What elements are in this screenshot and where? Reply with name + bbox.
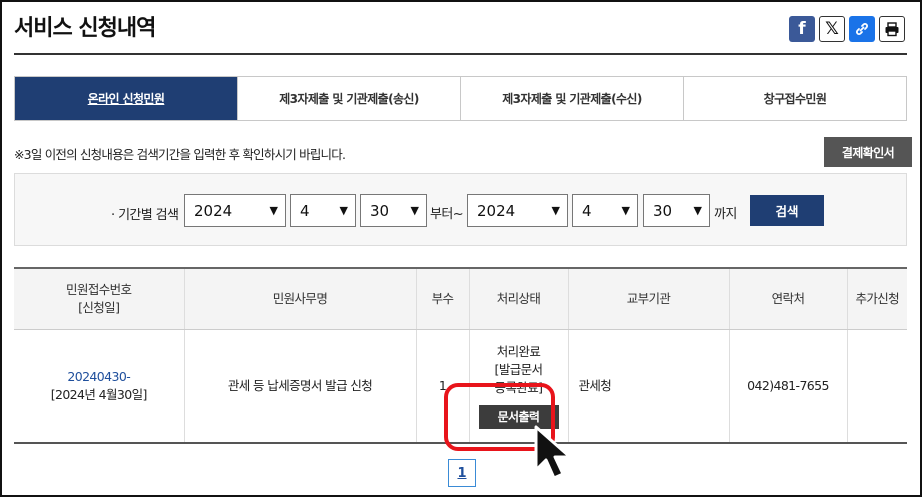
share-toolbar: f 𝕏	[789, 16, 905, 42]
from-month-value: 4	[300, 201, 310, 220]
cell-receipt-no: 20240430- [2024년 4월30일]	[14, 329, 184, 444]
from-day-value: 30	[370, 201, 390, 220]
chevron-down-icon: ▼	[339, 204, 348, 217]
status-line-2: [발급문서	[494, 362, 543, 377]
to-day-value: 30	[653, 201, 673, 220]
table-row: 20240430- [2024년 4월30일] 관세 등 납세증명서 발급 신청…	[14, 329, 907, 444]
x-icon[interactable]: 𝕏	[819, 16, 845, 42]
chevron-down-icon: ▼	[621, 204, 630, 217]
status-line-1: 처리완료	[496, 344, 541, 359]
table-header-row: 민원접수번호 [신청일] 민원사무명 부수 처리상태 교부기관 연락처 추가신청	[14, 268, 907, 330]
print-icon[interactable]	[879, 16, 905, 42]
tab-online-application[interactable]: 온라인 신청민원	[15, 77, 237, 120]
cell-status: 처리완료 [발급문서 등록완료] 문서출력	[468, 329, 568, 444]
to-year-value: 2024	[477, 201, 516, 220]
notice-text: ※3일 이전의 신청내용은 검색기간을 입력한 후 확인하시기 바립니다.	[14, 147, 346, 162]
header-service: 민원사무명	[183, 268, 416, 330]
tab-bar: 온라인 신청민원 제3자제출 및 기관제출(송신) 제3자제출 및 기관제출(수…	[14, 76, 907, 121]
cell-issuer: 관세청	[567, 329, 729, 444]
search-label: · 기간별 검색	[111, 208, 179, 223]
to-day-select[interactable]: 30 ▼	[643, 194, 710, 227]
to-month-select[interactable]: 4 ▼	[572, 194, 638, 227]
header-copies: 부수	[415, 268, 469, 330]
from-suffix: 부터~	[430, 207, 464, 222]
header-contact: 연락처	[728, 268, 847, 330]
facebook-icon[interactable]: f	[789, 16, 815, 42]
from-day-select[interactable]: 30 ▼	[360, 194, 427, 227]
tab-third-party-received[interactable]: 제3자제출 및 기관제출(수신)	[460, 77, 683, 120]
title-divider	[14, 53, 907, 55]
tab-counter-application[interactable]: 창구접수민원	[683, 77, 906, 120]
receipt-number-link[interactable]: 20240430-	[67, 369, 130, 384]
pagination-page-1[interactable]: 1	[448, 459, 476, 487]
tab-third-party-sent[interactable]: 제3자제출 및 기관제출(송신)	[237, 77, 460, 120]
header-extra: 추가신청	[846, 268, 907, 330]
from-year-value: 2024	[194, 201, 233, 220]
to-year-select[interactable]: 2024 ▼	[467, 194, 568, 227]
payment-receipt-button[interactable]: 결제확인서	[824, 137, 912, 167]
application-table: 민원접수번호 [신청일] 민원사무명 부수 처리상태 교부기관 연락처 추가신청…	[14, 267, 907, 444]
link-icon[interactable]	[849, 16, 875, 42]
cell-contact: 042)481-7655	[728, 329, 847, 444]
search-button[interactable]: 검색	[750, 195, 824, 226]
from-month-select[interactable]: 4 ▼	[290, 194, 356, 227]
chevron-down-icon: ▼	[269, 204, 278, 217]
application-date: [2024년 4월30일]	[50, 387, 148, 402]
period-search-panel: · 기간별 검색 2024 ▼ 4 ▼ 30 ▼ 부터~ 2024 ▼ 4 ▼ …	[14, 173, 907, 246]
to-suffix: 까지	[714, 207, 737, 222]
cell-service: 관세 등 납세증명서 발급 신청	[183, 329, 416, 444]
status-line-3: 등록완료]	[494, 380, 543, 395]
page-title: 서비스 신청내역	[14, 16, 156, 41]
cell-extra	[846, 329, 907, 444]
print-document-button[interactable]: 문서출력	[478, 405, 559, 429]
from-year-select[interactable]: 2024 ▼	[184, 194, 286, 227]
chevron-down-icon: ▼	[551, 204, 560, 217]
cell-copies: 1	[415, 329, 469, 444]
header-issuer: 교부기관	[567, 268, 729, 330]
header-receipt-no: 민원접수번호 [신청일]	[14, 268, 184, 330]
chevron-down-icon: ▼	[693, 204, 702, 217]
chevron-down-icon: ▼	[410, 204, 419, 217]
header-status: 처리상태	[468, 268, 568, 330]
to-month-value: 4	[582, 201, 592, 220]
